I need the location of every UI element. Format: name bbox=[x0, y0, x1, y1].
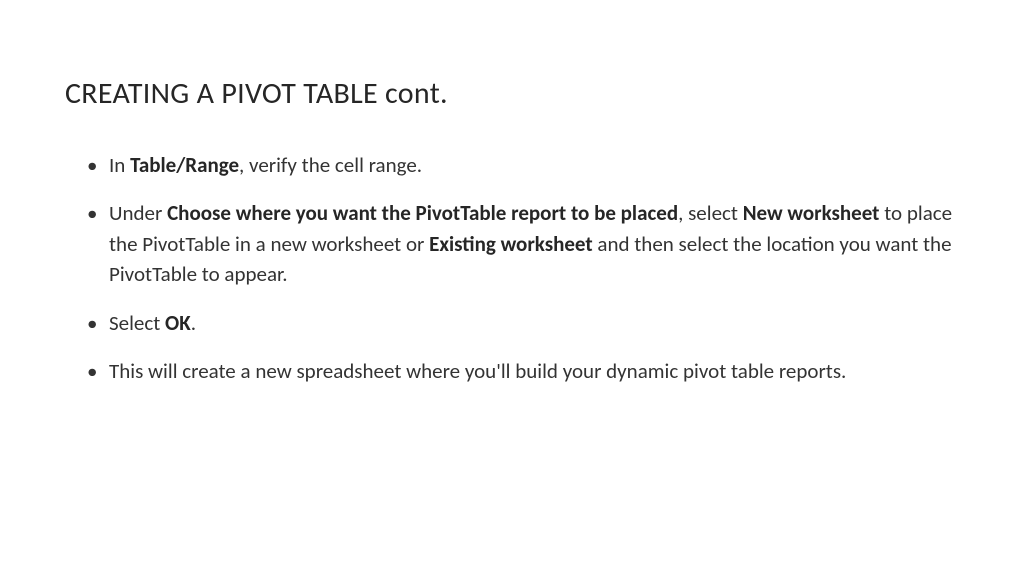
body-text: Select bbox=[109, 310, 165, 336]
list-item: Under Choose where you want the PivotTab… bbox=[87, 198, 959, 289]
bold-text: Existing worksheet bbox=[429, 231, 593, 257]
bold-text: Choose where you want the PivotTable rep… bbox=[167, 200, 678, 226]
body-text: Under bbox=[109, 200, 167, 226]
list-item: In Table/Range, verify the cell range. bbox=[87, 150, 959, 180]
slide-title: CREATING A PIVOT TABLE cont. bbox=[65, 75, 959, 112]
body-text: In bbox=[109, 152, 130, 178]
body-text: , select bbox=[678, 200, 743, 226]
body-text: . bbox=[191, 310, 196, 336]
bold-text: Table/Range bbox=[130, 152, 239, 178]
bold-text: OK bbox=[165, 310, 191, 336]
list-item: This will create a new spreadsheet where… bbox=[87, 356, 959, 386]
body-text: This will create a new spreadsheet where… bbox=[109, 358, 846, 384]
body-text: , verify the cell range. bbox=[239, 152, 422, 178]
bullet-list: In Table/Range, verify the cell range. U… bbox=[65, 150, 959, 387]
list-item: Select OK. bbox=[87, 308, 959, 338]
bold-text: New worksheet bbox=[743, 200, 880, 226]
